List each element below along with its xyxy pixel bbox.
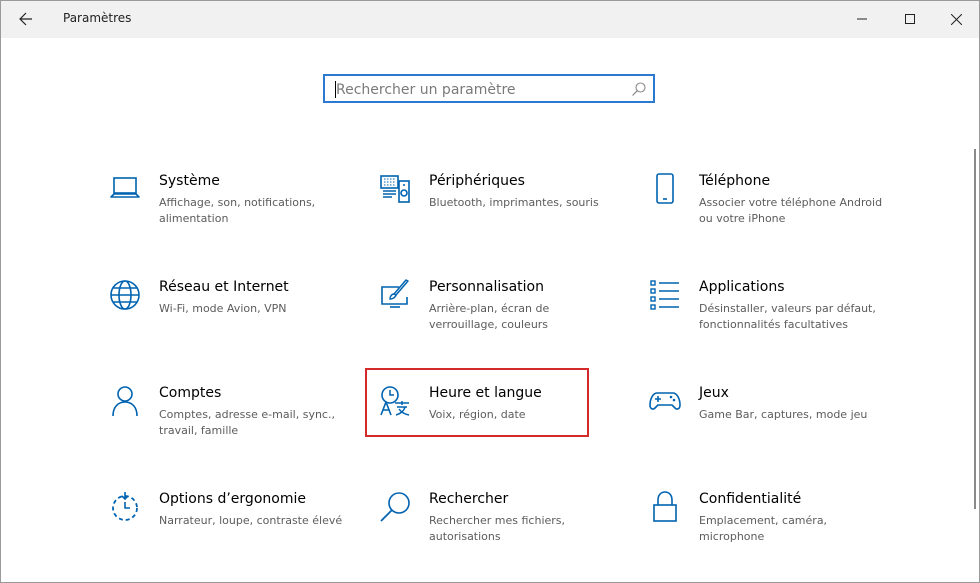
tile-description: Affichage, son, notifications, alimentat… [159, 196, 316, 225]
tile-description: Comptes, adresse e-mail, sync., travail,… [159, 408, 335, 437]
minimize-icon [857, 18, 867, 20]
lock-icon [653, 491, 677, 522]
tile-description: Narrateur, loupe, contraste élevé [159, 514, 343, 527]
tile-reseau-internet[interactable]: Réseau et Internet Wi-Fi, mode Avion, VP… [109, 279, 359, 359]
tile-peripheriques[interactable]: Périphériques Bluetooth, imprimantes, so… [379, 173, 629, 253]
search-box[interactable] [323, 74, 655, 103]
gamepad-icon [649, 392, 681, 410]
tile-comptes[interactable]: Comptes Comptes, adresse e-mail, sync., … [109, 385, 359, 465]
scrollbar[interactable] [974, 149, 976, 509]
tile-name: Jeux [699, 385, 729, 401]
search-input[interactable] [336, 78, 626, 101]
tile-systeme[interactable]: Système Affichage, son, notifications, a… [109, 173, 359, 253]
tile-description: Wi-Fi, mode Avion, VPN [159, 302, 287, 315]
tile-rechercher[interactable]: Rechercher Rechercher mes fichiers, auto… [379, 491, 629, 571]
tile-name: Confidentialité [699, 491, 802, 507]
tile-confidentialite[interactable]: Confidentialité Emplacement, caméra, mic… [649, 491, 899, 571]
tile-name: Options d’ergonomie [159, 491, 306, 507]
tile-description: Game Bar, captures, mode jeu [699, 408, 868, 421]
tile-personnalisation[interactable]: Personnalisation Arrière-plan, écran de … [379, 279, 629, 359]
tile-name: Rechercher [429, 491, 509, 507]
close-icon [950, 13, 962, 25]
tile-jeux[interactable]: Jeux Game Bar, captures, mode jeu [649, 385, 899, 465]
paint-icon [381, 279, 409, 308]
tile-applications[interactable]: Applications Désinstaller, valeurs par d… [649, 279, 899, 359]
magnifier-icon[interactable] [631, 81, 647, 97]
back-button[interactable] [5, 1, 47, 37]
tile-name: Réseau et Internet [159, 279, 289, 295]
maximize-icon [905, 14, 915, 24]
ease-of-access-icon [112, 492, 138, 521]
maximize-button[interactable] [887, 1, 933, 37]
window-title: Paramètres [63, 11, 132, 25]
laptop-icon [110, 177, 140, 198]
tile-description: Désinstaller, valeurs par défaut, foncti… [699, 302, 876, 331]
tile-description: Bluetooth, imprimantes, souris [429, 196, 599, 209]
phone-icon [656, 173, 674, 204]
globe-icon [110, 280, 140, 310]
tile-name: Système [159, 173, 220, 189]
tile-name: Applications [699, 279, 785, 295]
settings-window: Paramètres Système Affichage, son, notif… [0, 0, 980, 583]
tile-description: Associer votre téléphone Android ou votr… [699, 196, 883, 225]
minimize-button[interactable] [839, 1, 885, 37]
tile-name: Comptes [159, 385, 222, 401]
person-icon [112, 386, 138, 417]
apps-list-icon [650, 280, 679, 310]
devices-icon [380, 175, 410, 203]
tile-description: Emplacement, caméra, microphone [699, 514, 828, 543]
tile-telephone[interactable]: Téléphone Associer votre téléphone Andro… [649, 173, 899, 253]
title-bar: Paramètres [1, 1, 979, 38]
tile-description: Arrière-plan, écran de verrouillage, cou… [429, 302, 550, 331]
tile-name: Téléphone [699, 173, 771, 189]
search-icon [380, 492, 410, 522]
close-button[interactable] [933, 1, 979, 37]
tile-name: Périphériques [429, 173, 525, 189]
back-arrow-icon [19, 12, 32, 26]
red-highlight-box [365, 368, 589, 437]
tile-name: Personnalisation [429, 279, 544, 295]
tile-options-ergonomie[interactable]: Options d’ergonomie Narrateur, loupe, co… [109, 491, 359, 571]
tile-description: Rechercher mes fichiers, autorisations [429, 514, 566, 543]
